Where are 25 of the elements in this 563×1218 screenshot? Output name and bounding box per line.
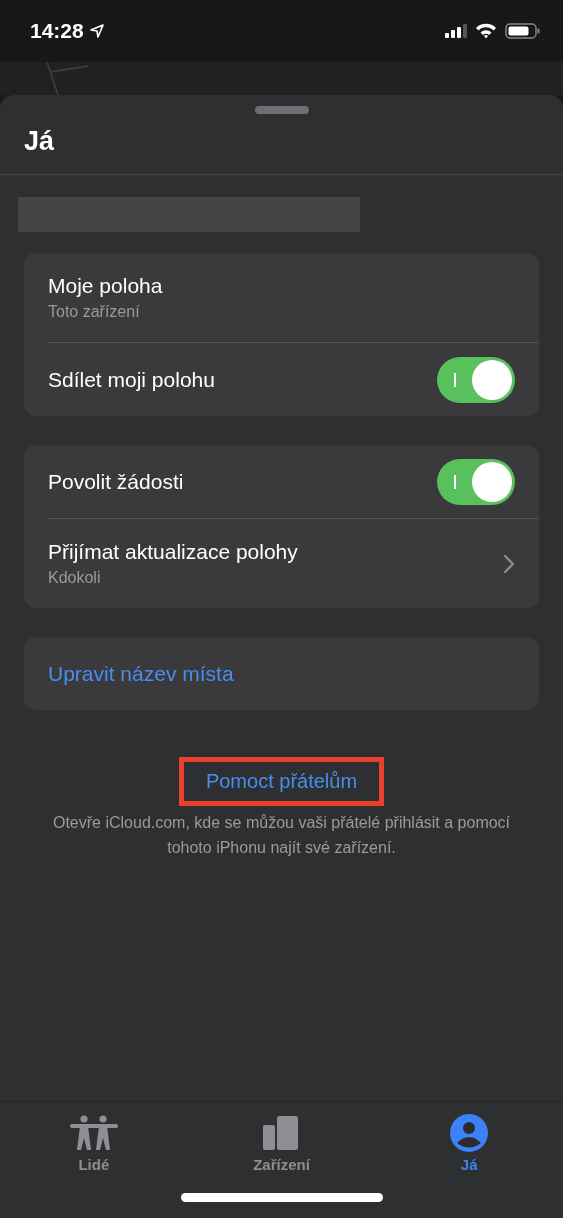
battery-icon	[505, 23, 541, 39]
row-subtitle: Toto zařízení	[48, 303, 141, 321]
row-label: Sdílet moji polohu	[48, 367, 216, 392]
clock: 14:28	[30, 19, 84, 43]
help-description: Otevře iCloud.com, kde se můžou vaši přátelé přihlásit a pomocí tohoto iPhonu najít své zařízení.	[51, 813, 512, 858]
tab[interactable]: Zařízení	[253, 1114, 310, 1173]
toggle-switch[interactable]	[437, 458, 515, 505]
devices-icon	[263, 1114, 300, 1152]
wifi-icon	[475, 23, 497, 39]
sheet-title: Já	[23, 125, 56, 158]
signal-icon	[445, 24, 467, 38]
tab[interactable]: Lidé	[69, 1114, 118, 1173]
drag-handle[interactable]	[254, 106, 309, 114]
row-label: Povolit žádosti	[48, 469, 185, 494]
tab[interactable]: Já	[450, 1114, 489, 1173]
profile-icon	[450, 1114, 489, 1152]
toggle-switch[interactable]	[437, 356, 515, 403]
location-arrow-icon	[89, 24, 104, 38]
help-friends-link[interactable]: Pomoct přátelům	[205, 770, 358, 793]
row-label: Přijímat aktualizace polohy	[48, 540, 299, 564]
people-icon	[69, 1114, 118, 1152]
edit-place-name-link[interactable]: Upravit název místa	[48, 661, 515, 686]
row-label: Moje poloha	[48, 274, 164, 298]
row-subtitle: Kdokoli	[48, 569, 102, 587]
chevron-right-icon[interactable]	[503, 553, 515, 574]
